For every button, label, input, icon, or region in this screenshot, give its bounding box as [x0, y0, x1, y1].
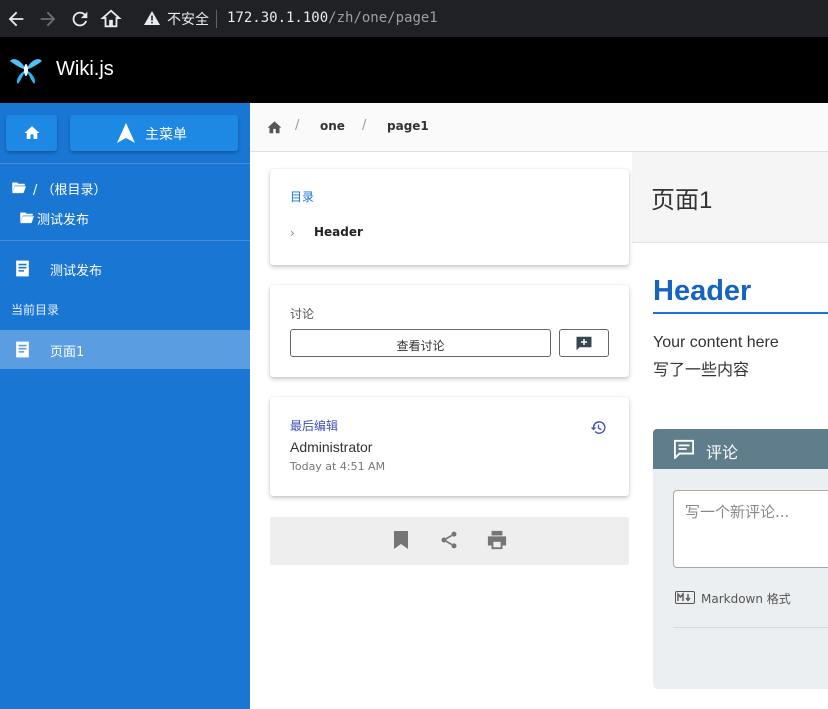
app-title[interactable]: Wiki.js — [56, 58, 114, 81]
comment-icon — [674, 439, 694, 459]
comments-divider — [673, 627, 828, 628]
sidebar-item-label: 测试发布 — [50, 264, 103, 279]
sidebar-root-folder[interactable]: / （根目录） — [11, 179, 241, 198]
sidebar-divider — [0, 163, 250, 164]
bookmark-icon[interactable] — [393, 530, 409, 550]
url-divider — [216, 10, 217, 28]
back-icon[interactable] — [5, 8, 27, 30]
document-icon — [16, 341, 29, 358]
insecure-label: 不安全 — [167, 12, 209, 28]
print-icon[interactable] — [486, 530, 508, 550]
root-folder-label: / （根目录） — [33, 183, 107, 198]
wikijs-logo-icon[interactable] — [9, 55, 43, 85]
url-text: 172.30.1.100/zh/one/page1 — [227, 10, 438, 26]
sidebar-home-button[interactable] — [6, 115, 57, 151]
address-bar[interactable]: 不安全 172.30.1.100/zh/one/page1 — [136, 3, 828, 34]
markdown-format-label: Markdown 格式 — [701, 592, 791, 606]
discussion-heading: 讨论 — [290, 307, 315, 321]
breadcrumb-item-one[interactable]: one — [320, 119, 345, 133]
sidebar: 主菜单 / （根目录） 测试发布 测试发布 当前目录 页面1 — [0, 103, 250, 709]
toc-card: 目录 › Header — [270, 169, 629, 265]
toc-item[interactable]: Header — [314, 225, 363, 239]
last-edit-card: 最后编辑 Administrator Today at 4:51 AM — [270, 397, 629, 496]
new-comment-input[interactable]: 写一个新评论... — [673, 490, 828, 568]
last-edit-time: Today at 4:51 AM — [290, 460, 386, 473]
content-paragraph: Your content here — [653, 334, 779, 351]
sidebar-subfolder[interactable]: 测试发布 — [19, 209, 239, 228]
app-header: Wiki.js — [0, 37, 828, 103]
url-host: 172.30.1.100 — [227, 10, 329, 26]
current-directory-heading: 当前目录 — [11, 303, 60, 317]
main-menu-button[interactable]: 主菜单 — [70, 115, 238, 151]
folder-open-icon — [12, 182, 26, 194]
history-icon[interactable] — [590, 419, 607, 436]
navigation-arrow-icon — [117, 123, 135, 143]
sidebar-item-page1[interactable]: 页面1 — [0, 330, 250, 369]
breadcrumb: / one / page1 — [250, 103, 828, 152]
comment-placeholder: 写一个新评论... — [685, 503, 790, 521]
breadcrumb-separator: / — [362, 118, 367, 133]
chevron-right-icon: › — [290, 226, 295, 240]
last-edit-user[interactable]: Administrator — [290, 439, 372, 455]
markdown-icon — [675, 591, 695, 604]
sidebar-item-test-publish[interactable]: 测试发布 — [0, 249, 250, 288]
forward-icon[interactable] — [37, 8, 59, 30]
comments-panel: 评论 写一个新评论... Markdown 格式 — [653, 429, 828, 689]
heading-underline — [653, 312, 828, 314]
page-title: 页面1 — [651, 187, 713, 214]
content-heading: Header — [653, 275, 752, 307]
reload-icon[interactable] — [69, 8, 91, 30]
comments-heading: 评论 — [706, 443, 739, 462]
sidebar-item-label: 页面1 — [50, 345, 85, 360]
comment-add-icon — [576, 336, 592, 351]
discussion-card: 讨论 查看讨论 — [270, 285, 629, 377]
last-edit-heading: 最后编辑 — [290, 419, 339, 433]
content-paragraph: 写了一些内容 — [653, 360, 750, 379]
breadcrumb-home-icon[interactable] — [267, 120, 282, 134]
subfolder-label: 测试发布 — [37, 213, 90, 228]
comments-header: 评论 — [653, 429, 828, 469]
page-actions-bar — [270, 517, 629, 565]
home-browser-icon[interactable] — [100, 8, 122, 30]
folder-open-icon — [20, 212, 34, 224]
sidebar-divider — [0, 240, 250, 241]
url-path: /zh/one/page1 — [328, 10, 438, 26]
main-menu-label: 主菜单 — [145, 127, 187, 143]
warning-icon — [144, 11, 160, 25]
home-icon — [24, 126, 40, 139]
breadcrumb-item-page1[interactable]: page1 — [387, 119, 429, 133]
share-icon[interactable] — [439, 530, 459, 550]
view-discussion-label: 查看讨论 — [396, 339, 445, 353]
document-icon — [16, 260, 29, 277]
new-comment-button[interactable] — [559, 329, 609, 357]
view-discussion-button[interactable]: 查看讨论 — [290, 329, 551, 357]
breadcrumb-separator: / — [295, 118, 300, 133]
browser-toolbar: 不安全 172.30.1.100/zh/one/page1 — [0, 0, 828, 37]
toc-heading: 目录 — [290, 190, 315, 204]
